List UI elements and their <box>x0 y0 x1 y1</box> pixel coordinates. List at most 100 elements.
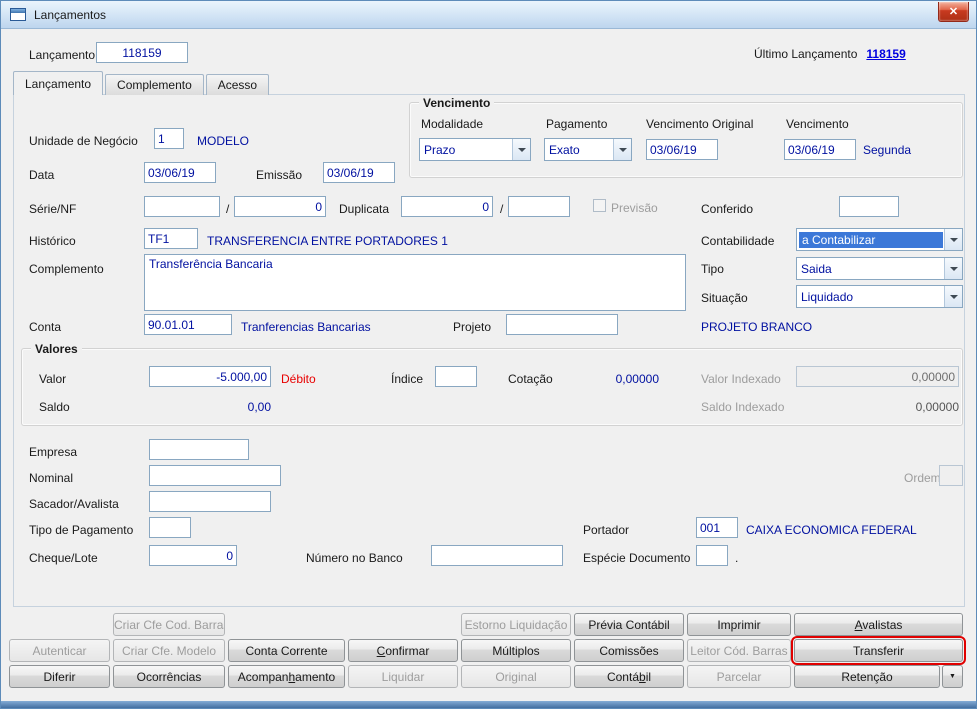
conta-label: Conta <box>29 320 62 334</box>
tipo-select[interactable]: Saida <box>796 257 963 280</box>
valor-flag: Débito <box>281 372 316 386</box>
unidade-input[interactable] <box>154 128 184 149</box>
conta-desc: Tranferencias Bancarias <box>241 320 371 334</box>
button-confirmar[interactable]: Confirmar <box>348 639 458 662</box>
cotacao-value: 0,00000 <box>615 372 659 386</box>
previsao-label: Previsão <box>611 201 658 215</box>
valores-groupbox <box>21 348 963 426</box>
button-spacer <box>9 613 110 636</box>
tab-acesso[interactable]: Acesso <box>205 74 270 95</box>
portador-input[interactable] <box>696 517 738 538</box>
button-contabil[interactable]: Contábil <box>574 665 684 688</box>
lancamento-number-label: Lançamento <box>29 48 96 62</box>
empresa-label: Empresa <box>29 445 78 459</box>
button-conta-corrente[interactable]: Conta Corrente <box>228 639 345 662</box>
data-input[interactable] <box>144 162 216 183</box>
tab-complemento[interactable]: Complemento <box>105 74 204 95</box>
duplicata-input[interactable] <box>401 196 493 217</box>
contabilidade-select[interactable]: a Contabilizar <box>796 228 963 251</box>
tipo-pagamento-input[interactable] <box>149 517 191 538</box>
saldo-indexado-value: 0,00000 <box>915 400 959 414</box>
serie-separator: / <box>226 202 230 216</box>
button-retencao[interactable]: Retenção <box>794 665 940 688</box>
especie-documento-input[interactable] <box>696 545 728 566</box>
vencimento-group-title: Vencimento <box>419 96 495 110</box>
projeto-input[interactable] <box>506 314 618 335</box>
projeto-desc: PROJETO BRANCO <box>701 320 813 334</box>
button-original: Original <box>461 665 571 688</box>
button-comissoes[interactable]: Comissões <box>574 639 684 662</box>
serie-number-input[interactable] <box>234 196 326 217</box>
cheque-lote-label: Cheque/Lote <box>29 551 98 565</box>
vencimento-label: Vencimento <box>786 117 849 131</box>
duplicata-input-2[interactable] <box>508 196 570 217</box>
valor-label: Valor <box>39 372 67 386</box>
ultimo-lancamento-link[interactable]: 118159 <box>866 47 905 61</box>
vencimento-weekday: Segunda <box>863 143 912 157</box>
button-imprimir[interactable]: Imprimir <box>687 613 791 636</box>
chevron-down-icon <box>613 139 631 160</box>
button-row-3: Diferir Ocorrências Acompanhamento Liqui… <box>9 665 963 688</box>
window-title: Lançamentos <box>34 7 107 22</box>
situacao-select[interactable]: Liquidado <box>796 285 963 308</box>
button-avalistas[interactable]: Avalistas <box>794 613 963 636</box>
lancamento-number-input[interactable] <box>96 42 188 63</box>
historico-input[interactable] <box>144 228 198 249</box>
serie-nf-label: Série/NF <box>29 202 77 216</box>
button-ocorrencias[interactable]: Ocorrências <box>113 665 225 688</box>
portador-label: Portador <box>583 523 630 537</box>
pagamento-label: Pagamento <box>546 117 608 131</box>
button-parcelar: Parcelar <box>687 665 791 688</box>
button-multiplos[interactable]: Múltiplos <box>461 639 571 662</box>
button-liquidar: Liquidar <box>348 665 458 688</box>
tipo-label: Tipo <box>701 262 724 276</box>
ultimo-lancamento: Último Lançamento 118159 <box>754 47 906 61</box>
conferido-input[interactable] <box>839 196 899 217</box>
titlebar: Lançamentos <box>1 1 976 29</box>
situacao-value: Liquidado <box>801 289 854 304</box>
pagamento-select[interactable]: Exato <box>544 138 632 161</box>
empresa-input[interactable] <box>149 439 249 460</box>
modalidade-value: Prazo <box>424 142 456 157</box>
saldo-label: Saldo <box>39 400 70 414</box>
cheque-lote-input[interactable] <box>149 545 237 566</box>
button-previa-contabil[interactable]: Prévia Contábil <box>574 613 684 636</box>
conta-input[interactable] <box>144 314 232 335</box>
button-spacer <box>228 613 345 636</box>
ordem-label: Ordem <box>904 471 941 485</box>
button-transferir[interactable]: Transferir <box>791 636 966 665</box>
serie-nf-input[interactable] <box>144 196 220 217</box>
complemento-label: Complemento <box>29 262 104 276</box>
ultimo-lancamento-label: Último Lançamento <box>754 47 858 61</box>
numero-banco-label: Número no Banco <box>306 551 403 565</box>
vencimento-input[interactable] <box>784 139 856 160</box>
nominal-label: Nominal <box>29 471 74 485</box>
emissao-input[interactable] <box>323 162 395 183</box>
numero-banco-input[interactable] <box>431 545 563 566</box>
button-criar-cfe-cod-barras: Criar Cfe Cod. Barras <box>113 613 225 636</box>
modalidade-select[interactable]: Prazo <box>419 138 531 161</box>
chevron-down-icon <box>944 286 962 307</box>
button-estorno-liquidacao: Estorno Liquidação <box>461 613 571 636</box>
portador-desc: CAIXA ECONOMICA FEDERAL <box>746 523 917 537</box>
conferido-label: Conferido <box>701 202 754 216</box>
valor-input[interactable] <box>149 366 271 387</box>
indice-input[interactable] <box>435 366 477 387</box>
button-autenticar: Autenticar <box>9 639 110 662</box>
unidade-desc: MODELO <box>197 134 250 148</box>
nominal-input[interactable] <box>149 465 281 486</box>
button-diferir[interactable]: Diferir <box>9 665 110 688</box>
vencimento-original-input[interactable] <box>646 139 718 160</box>
complemento-textarea[interactable]: Transferência Bancaria <box>144 254 686 311</box>
situacao-label: Situação <box>701 291 748 305</box>
tipo-pagamento-label: Tipo de Pagamento <box>29 523 134 537</box>
chevron-down-icon: ▼ <box>949 673 956 680</box>
valor-indexado-input <box>796 366 959 387</box>
sacador-avalista-input[interactable] <box>149 491 271 512</box>
close-button[interactable]: ✕ <box>938 2 969 22</box>
modalidade-label: Modalidade <box>421 117 484 131</box>
sacador-avalista-label: Sacador/Avalista <box>29 497 119 511</box>
button-retencao-dropdown[interactable]: ▼ <box>942 665 963 688</box>
tab-lancamento[interactable]: Lançamento <box>13 71 104 95</box>
button-acompanhamento[interactable]: Acompanhamento <box>228 665 345 688</box>
